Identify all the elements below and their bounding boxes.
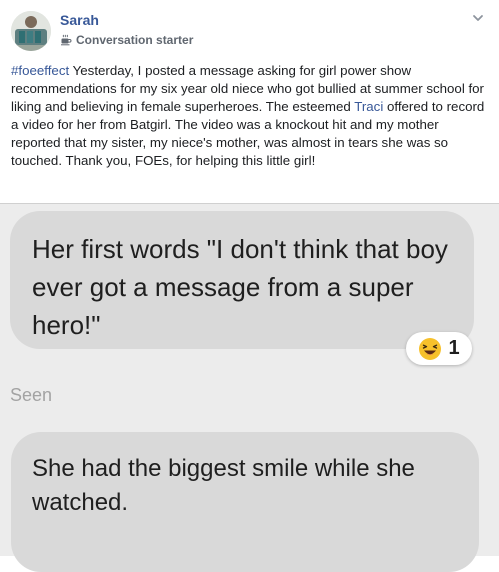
laughing-face-emoji — [419, 337, 442, 360]
avatar-photo — [11, 11, 51, 51]
hashtag-link[interactable]: #foeeffect — [11, 63, 69, 78]
chat-screenshot: Her first words "I don't think that boy … — [0, 203, 499, 572]
message-text: Her first words "I don't think that boy … — [32, 234, 448, 340]
mention-link[interactable]: Traci — [354, 99, 383, 114]
avatar[interactable] — [11, 11, 51, 51]
conversation-starter-badge: Conversation starter — [60, 33, 193, 47]
badge-label: Conversation starter — [76, 33, 194, 47]
facebook-post: Sarah Conversation starter #foeeffect Ye… — [0, 0, 499, 203]
reaction-badge: 1 — [406, 332, 472, 365]
coffee-cup-icon — [61, 34, 72, 46]
seen-label: Seen — [10, 385, 53, 405]
post-author-name[interactable]: Sarah — [60, 12, 99, 28]
post-text: #foeeffect Yesterday, I posted a message… — [11, 62, 491, 170]
chevron-down-icon[interactable] — [471, 11, 485, 25]
message-text: She had the biggest smile while she watc… — [32, 455, 415, 516]
message-bubble: Her first words "I don't think that boy … — [10, 211, 474, 349]
reaction-count: 1 — [448, 337, 460, 359]
message-bubble: She had the biggest smile while she watc… — [11, 432, 479, 572]
